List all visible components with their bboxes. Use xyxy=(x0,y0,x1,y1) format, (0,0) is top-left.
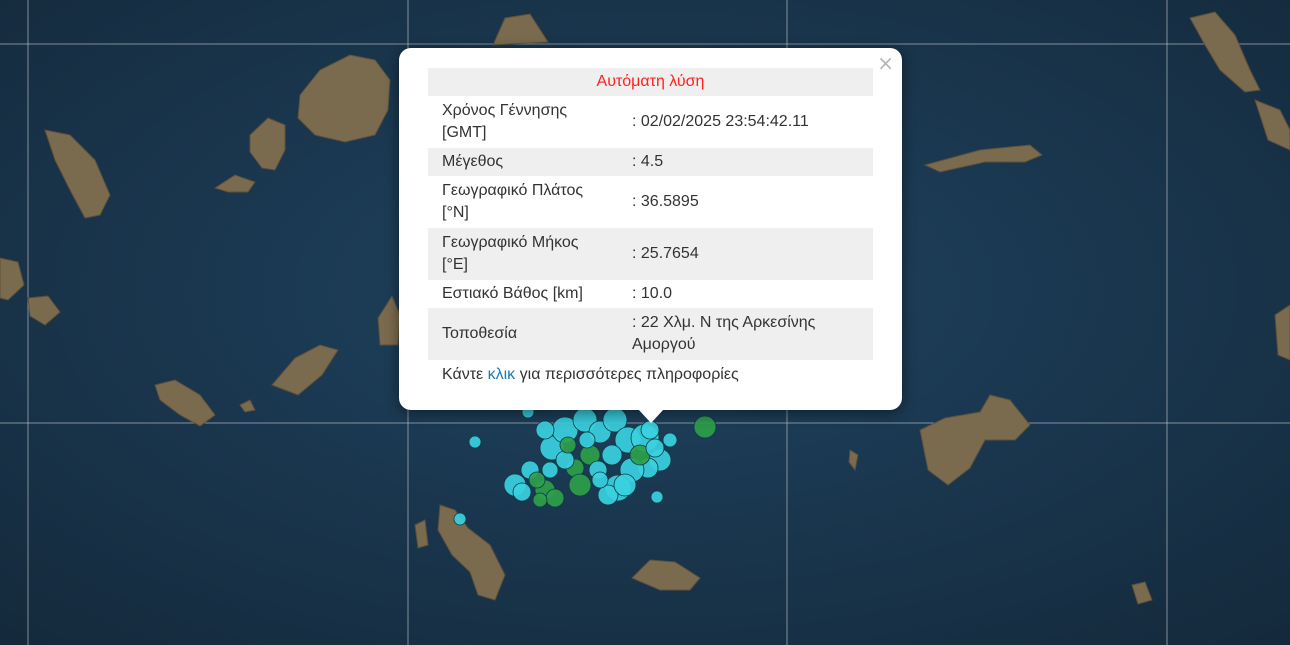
more-info-link[interactable]: κλικ xyxy=(488,366,516,383)
depth-value: : 10.0 xyxy=(632,285,673,302)
depth-label: Εστιακό Βάθος [km] xyxy=(442,285,583,302)
origin-time-value: : 02/02/2025 23:54:42.11 xyxy=(632,113,809,130)
earthquake-marker[interactable] xyxy=(645,438,665,458)
earthquake-marker[interactable] xyxy=(613,473,637,497)
longitude-label: Γεωγραφικό Μήκος [°E] xyxy=(442,234,579,273)
earthquake-marker[interactable] xyxy=(568,473,592,497)
origin-time-label: Χρόνος Γέννησης [GMT] xyxy=(442,102,568,141)
earthquake-marker[interactable] xyxy=(693,415,717,439)
earthquake-marker[interactable] xyxy=(535,420,555,440)
more-info-suffix: για περισσότερες πληροφορίες xyxy=(515,366,739,383)
earthquake-marker[interactable] xyxy=(662,432,678,448)
location-label: Τοποθεσία xyxy=(442,325,518,342)
origin-time-row: Χρόνος Γέννησης [GMT] : 02/02/2025 23:54… xyxy=(428,96,873,148)
longitude-row: Γεωγραφικό Μήκος [°E] : 25.7654 xyxy=(428,228,873,280)
popup-title: Αυτόματη λύση xyxy=(596,73,705,90)
earthquake-marker[interactable] xyxy=(578,431,596,449)
earthquake-popup: × Αυτόματη λύση Χρόνος Γέννησης [GMT] : … xyxy=(399,48,902,410)
earthquake-marker[interactable] xyxy=(545,488,565,508)
location-row: Τοποθεσία : 22 Χλμ. Ν της Αρκεσίνης Αμορ… xyxy=(428,308,873,360)
latitude-label: Γεωγραφικό Πλάτος [°N] xyxy=(442,182,584,221)
earthquake-marker[interactable] xyxy=(453,512,467,526)
earthquake-marker[interactable] xyxy=(528,471,546,489)
earthquake-info-table: Αυτόματη λύση Χρόνος Γέννησης [GMT] : 02… xyxy=(428,68,873,360)
latitude-row: Γεωγραφικό Πλάτος [°N] : 36.5895 xyxy=(428,176,873,228)
earthquake-marker[interactable] xyxy=(512,482,532,502)
popup-title-row: Αυτόματη λύση xyxy=(428,68,873,96)
more-info-prefix: Κάντε xyxy=(442,366,488,383)
earthquake-marker[interactable] xyxy=(640,420,660,440)
close-icon[interactable]: × xyxy=(877,52,894,74)
depth-row: Εστιακό Βάθος [km] : 10.0 xyxy=(428,280,873,308)
magnitude-label: Μέγεθος xyxy=(442,153,504,170)
more-info-text: Κάντε κλικ για περισσότερες πληροφορίες xyxy=(442,366,739,384)
earthquake-marker[interactable] xyxy=(650,490,664,504)
longitude-value: : 25.7654 xyxy=(632,245,699,262)
earthquake-marker[interactable] xyxy=(591,471,609,489)
earthquake-marker[interactable] xyxy=(555,450,575,470)
earthquake-marker[interactable] xyxy=(601,444,623,466)
earthquake-marker[interactable] xyxy=(532,492,548,508)
magnitude-row: Μέγεθος : 4.5 xyxy=(428,148,873,176)
location-value: : 22 Χλμ. Ν της Αρκεσίνης Αμοργού xyxy=(632,314,816,353)
magnitude-value: : 4.5 xyxy=(632,153,664,170)
earthquake-marker[interactable] xyxy=(468,435,482,449)
earthquake-marker[interactable] xyxy=(559,436,577,454)
latitude-value: : 36.5895 xyxy=(632,193,699,210)
earthquake-marker[interactable] xyxy=(541,461,559,479)
popup-pointer xyxy=(638,409,664,423)
